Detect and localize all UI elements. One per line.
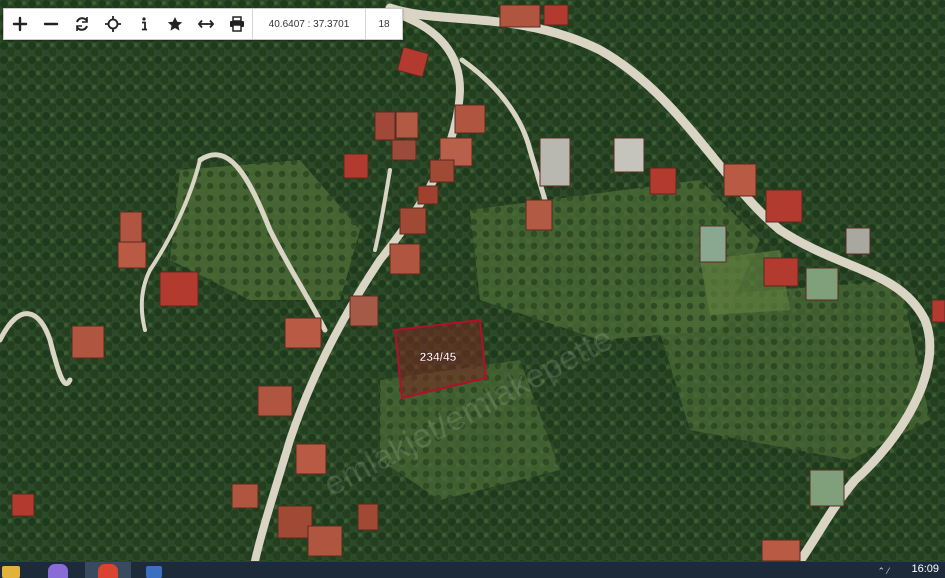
print-icon	[229, 16, 244, 32]
clock[interactable]: 16:09	[911, 563, 939, 575]
info-icon	[141, 17, 147, 31]
refresh-icon	[75, 17, 88, 31]
zoom-in-button[interactable]	[4, 9, 35, 39]
measure-button[interactable]	[190, 9, 221, 39]
minus-icon	[43, 22, 58, 26]
star-icon	[167, 17, 182, 31]
parcel-label: 234/45	[420, 350, 457, 364]
file-explorer-icon[interactable]	[2, 566, 20, 578]
measure-icon	[197, 19, 214, 29]
plus-icon	[12, 16, 27, 32]
locate-icon	[104, 16, 121, 32]
coordinate-readout: 40.6407 : 37.3701	[268, 18, 350, 30]
zoom-out-button[interactable]	[35, 9, 66, 39]
refresh-button[interactable]	[66, 9, 97, 39]
map-toolbar: 40.6407 : 37.3701 18	[3, 8, 403, 40]
chrome-icon[interactable]	[98, 564, 118, 578]
print-button[interactable]	[221, 9, 252, 39]
favorite-button[interactable]	[159, 9, 190, 39]
browser-app-icon[interactable]	[48, 564, 68, 578]
satellite-map[interactable]: emlakjet/emlakepette 234/45	[0, 0, 945, 561]
system-tray-icons[interactable]: ⌃ ⁄	[877, 566, 889, 577]
os-taskbar: ⌃ ⁄ 16:09	[0, 561, 945, 578]
info-button[interactable]	[128, 9, 159, 39]
zoom-level-readout: 18	[378, 18, 390, 30]
locate-button[interactable]	[97, 9, 128, 39]
document-app-icon[interactable]	[146, 566, 162, 578]
